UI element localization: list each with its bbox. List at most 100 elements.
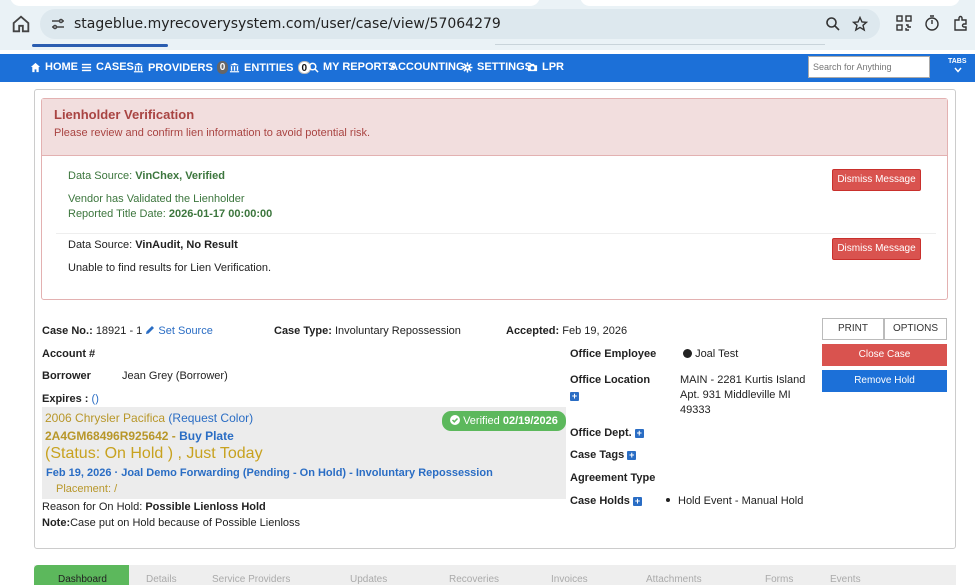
- nav-lpr[interactable]: LPR: [527, 61, 564, 73]
- nav-my-reports[interactable]: MY REPORTS: [308, 61, 396, 73]
- request-color-link[interactable]: (Request Color): [168, 411, 253, 425]
- check-circle-icon: [450, 415, 460, 425]
- nav-settings[interactable]: SETTINGS: [462, 61, 532, 73]
- accepted-label: Accepted:: [506, 325, 560, 337]
- remove-hold-button[interactable]: Remove Hold: [822, 370, 947, 392]
- close-case-button[interactable]: Close Case: [822, 344, 947, 366]
- tab-dashboard[interactable]: Dashboard: [34, 565, 129, 585]
- office-location-line2: Apt. 931 Middleville MI: [680, 389, 791, 401]
- note-label: Note:: [42, 517, 71, 529]
- case-holds-row: Case Holds +: [570, 495, 642, 507]
- site-settings-icon[interactable]: [50, 16, 66, 32]
- active-tab-indicator: [32, 44, 168, 47]
- tabs-toggle-label[interactable]: TABS: [948, 58, 967, 65]
- vehicle-title: 2006 Chrysler Pacifica (Request Color): [45, 411, 253, 425]
- tab-service-providers[interactable]: Service Providers: [212, 574, 290, 585]
- alert-header: Lienholder Verification Please review an…: [42, 99, 947, 156]
- qr-code-icon[interactable]: [895, 14, 913, 32]
- camera-icon: [527, 63, 538, 71]
- case-type-value: Involuntary Repossession: [334, 325, 461, 337]
- bookmark-star-icon[interactable]: [852, 16, 868, 32]
- case-number: Case No.: 18921 - 1 Set Source: [42, 325, 213, 337]
- divider: [495, 44, 825, 45]
- list-icon: [81, 63, 92, 71]
- nav-entities[interactable]: ENTITIES 0: [229, 61, 312, 74]
- options-button[interactable]: OPTIONS: [884, 318, 947, 340]
- nav-label: PROVIDERS: [148, 61, 213, 74]
- tab-forms[interactable]: Forms: [765, 574, 793, 585]
- add-location-button[interactable]: +: [570, 390, 579, 402]
- vehicle-panel: 2006 Chrysler Pacifica (Request Color) 2…: [42, 407, 566, 499]
- office-dept-row: Office Dept. +: [570, 427, 644, 439]
- title-date-line: Reported Title Date: 2026-01-17 00:00:00: [68, 208, 272, 220]
- data-source-line: Data Source: VinAudit, No Result: [68, 239, 238, 251]
- office-location-line3: 49333: [680, 404, 711, 416]
- office-location-label: Office Location: [570, 374, 651, 386]
- buy-plate-link[interactable]: Buy Plate: [179, 429, 234, 443]
- bank-icon: [229, 62, 240, 73]
- browser-tab[interactable]: [580, 0, 960, 6]
- nav-home[interactable]: HOME: [30, 61, 78, 73]
- case-holds-label: Case Holds: [570, 495, 630, 507]
- data-source-value: VinAudit, No Result: [135, 239, 238, 251]
- search-icon: [308, 62, 319, 73]
- nav-providers[interactable]: PROVIDERS 0: [133, 61, 229, 74]
- nav-label: ENTITIES: [244, 61, 294, 74]
- title-date-label: Reported Title Date:: [68, 208, 169, 220]
- tab-details[interactable]: Details: [146, 574, 177, 585]
- home-icon: [30, 62, 41, 72]
- tab-updates[interactable]: Updates: [350, 574, 387, 585]
- browser-toolbar: stageblue.myrecoverysystem.com/user/case…: [0, 0, 975, 50]
- set-source-link[interactable]: Set Source: [145, 325, 213, 337]
- no-result-text: Unable to find results for Lien Verifica…: [68, 262, 272, 274]
- verified-label: Verified: [463, 415, 500, 427]
- alert-subtitle: Please review and confirm lien informati…: [54, 127, 371, 139]
- plus-icon[interactable]: +: [627, 450, 637, 460]
- timer-icon[interactable]: [923, 14, 941, 32]
- address-bar[interactable]: stageblue.myrecoverysystem.com/user/case…: [40, 9, 880, 39]
- extensions-icon[interactable]: [952, 14, 970, 32]
- print-button[interactable]: PRINT: [822, 318, 884, 340]
- plus-icon: +: [570, 390, 579, 401]
- chevron-down-icon[interactable]: [954, 66, 962, 74]
- agreement-type-label: Agreement Type: [570, 472, 656, 484]
- plus-icon[interactable]: +: [632, 496, 642, 506]
- verified-badge: Verified 02/19/2026: [442, 411, 566, 431]
- dismiss-message-button[interactable]: Dismiss Message: [832, 238, 921, 260]
- zoom-icon[interactable]: [825, 16, 841, 32]
- bullet: [666, 498, 670, 502]
- case-number-label: Case No.:: [42, 325, 93, 337]
- tab-attachments[interactable]: Attachments: [646, 574, 702, 585]
- nav-label: MY REPORTS: [323, 61, 396, 73]
- title-date-value: 2026-01-17 00:00:00: [168, 208, 273, 220]
- url-text[interactable]: stageblue.myrecoverysystem.com/user/case…: [74, 16, 501, 32]
- hold-note: Note:Case put on Hold because of Possibl…: [42, 517, 300, 529]
- dismiss-message-button[interactable]: Dismiss Message: [832, 169, 921, 191]
- data-source-value: VinChex, Verified: [135, 170, 225, 182]
- browser-tab[interactable]: [10, 0, 540, 6]
- pencil-icon: [146, 326, 155, 334]
- case-event-link[interactable]: Feb 19, 2026 · Joal Demo Forwarding (Pen…: [46, 467, 493, 479]
- nav-cases[interactable]: CASES: [81, 61, 134, 73]
- tab-recoveries[interactable]: Recoveries: [449, 574, 499, 585]
- placement-text: Placement: /: [56, 483, 118, 495]
- nav-label: SETTINGS: [477, 61, 533, 73]
- expires-link[interactable]: (): [92, 393, 99, 405]
- plus-icon[interactable]: +: [634, 428, 644, 438]
- accepted-date: Accepted: Feb 19, 2026: [506, 325, 627, 337]
- office-employee-label: Office Employee: [570, 348, 657, 360]
- vendor-validated-text: Vendor has Validated the Lienholder: [68, 193, 245, 205]
- account-label: Account #: [42, 348, 96, 360]
- case-number-value: 18921 - 1: [95, 325, 143, 337]
- tab-invoices[interactable]: Invoices: [551, 574, 588, 585]
- home-icon[interactable]: [10, 13, 32, 35]
- search-input[interactable]: Search for Anything: [808, 56, 930, 78]
- nav-accounting[interactable]: ACCOUNTING: [390, 61, 465, 73]
- vehicle-name: 2006 Chrysler Pacifica: [45, 411, 166, 425]
- divider: [56, 233, 936, 234]
- tab-events[interactable]: Events: [830, 574, 861, 585]
- borrower-label: Borrower: [42, 370, 91, 382]
- vin-value: 2A4GM68496R925642: [45, 429, 169, 443]
- accepted-value: Feb 19, 2026: [562, 325, 628, 337]
- case-tags-label: Case Tags: [570, 449, 625, 461]
